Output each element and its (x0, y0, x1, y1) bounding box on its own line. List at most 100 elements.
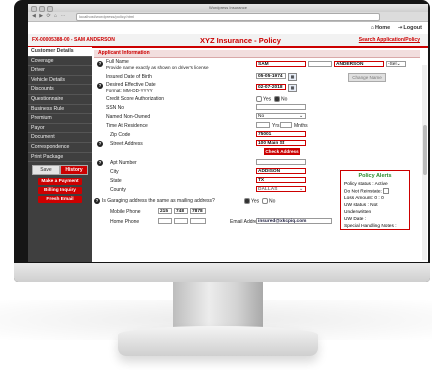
checkbox[interactable] (383, 188, 390, 194)
do-not-reinstate: Do Not Reinstate: (344, 188, 406, 195)
home-line-input[interactable] (190, 218, 206, 224)
browser-toolbar: ◀ ▶ ⟳ ⌂ ⋯ localhost/wordpress/policy.htm… (28, 12, 428, 22)
help-icon[interactable]: ? (94, 198, 100, 204)
radio-no[interactable] (261, 198, 268, 204)
check-address-button[interactable]: Check Address (264, 148, 300, 155)
address-bar[interactable]: localhost/wordpress/policy.html (76, 13, 380, 21)
calendar-icon[interactable]: ▦ (288, 73, 297, 81)
save-history-tabs: Save History (32, 165, 88, 175)
years-input[interactable] (256, 122, 270, 128)
time-label: Time At Residence (106, 123, 148, 129)
browser-titlebar: Wordpress Insurance (28, 4, 428, 12)
policy-header: FX-00005388-00 - SAM ANDERSON XYZ Insura… (28, 34, 428, 48)
dnr-label: Do Not Reinstate: (344, 189, 382, 195)
sidebar-item-print-package[interactable]: Print Package (28, 153, 92, 163)
street-input[interactable]: 100 Main St (256, 140, 306, 146)
sidebar-item-discounts[interactable]: Discounts (28, 85, 92, 95)
sidebar-item-correspondence[interactable]: Correspondence (28, 143, 92, 153)
radio-yes[interactable] (256, 96, 262, 102)
home-phone-label: Home Phone (110, 219, 140, 225)
radio-yes[interactable] (244, 198, 250, 204)
screen: Wordpress Insurance ◀ ▶ ⟳ ⌂ ⋯ localhost/… (28, 4, 428, 262)
sidebar-item-driver[interactable]: Driver (28, 66, 92, 76)
make-payment-button[interactable]: Make a Payment (38, 178, 82, 185)
ssn-input[interactable] (256, 104, 306, 110)
credit-label: Credit Score Authorization (106, 96, 165, 102)
credit-yes-label: Yes (263, 96, 272, 103)
street-label: Street Address (110, 141, 143, 147)
county-select[interactable]: DALLAS ⌄ (256, 186, 306, 192)
suffix-select[interactable]: -Sel⌄ (386, 61, 406, 67)
home-area-input[interactable] (158, 218, 172, 224)
save-tab[interactable]: Save (32, 165, 60, 175)
radio-no[interactable] (273, 96, 280, 102)
history-tab[interactable]: History (60, 165, 88, 175)
nno-select[interactable]: No ⌄ (256, 113, 306, 119)
home-prefix-input[interactable] (174, 218, 188, 224)
sidebar: Customer Details Coverage Driver Vehicle De… (28, 47, 92, 262)
sidebar-item-premium[interactable]: Premium (28, 114, 92, 124)
logout-icon: ⇥ (397, 25, 403, 31)
help-icon[interactable]: ? (97, 160, 103, 166)
insured-name: SAM ANDERSON (73, 37, 115, 43)
mobile-prefix-input[interactable]: 748 (174, 208, 188, 214)
uw-date: UW Date : (344, 217, 367, 223)
eff-date-input[interactable]: 02-07-2018 (256, 84, 286, 90)
fresh-email-button[interactable]: Fresh Email (38, 196, 82, 203)
calendar-icon[interactable]: ▦ (288, 84, 297, 92)
county-value: DALLAS (258, 187, 278, 192)
sidebar-item-questionnaire[interactable]: Questionnaire (28, 95, 92, 105)
mobile-area-input[interactable]: 215 (158, 208, 172, 214)
city-label: City (110, 169, 119, 175)
sidebar-item-document[interactable]: Document (28, 133, 92, 143)
logout-link[interactable]: Logout (403, 25, 422, 31)
nno-label: Named Non-Owned (106, 114, 151, 120)
help-icon[interactable]: ? (97, 61, 103, 67)
policy-no: FX-00005388-00 (32, 37, 70, 43)
scroll-thumb[interactable] (422, 125, 427, 175)
policy-alerts-panel: Policy Alerts Policy status : Active Do … (340, 170, 410, 230)
credit-radio-group[interactable]: Yes No (256, 96, 287, 102)
city-input[interactable]: ADDISON (256, 168, 306, 174)
page-title: XYZ Insurance - Policy (200, 36, 281, 45)
sidebar-item-payor[interactable]: Payor (28, 124, 92, 134)
scrollbar[interactable] (422, 65, 427, 260)
mobile-label: Mobile Phone (110, 209, 141, 215)
county-label: County (110, 187, 126, 193)
apt-input[interactable] (256, 159, 306, 165)
browser-nav-icons[interactable]: ◀ ▶ ⟳ ⌂ ⋯ (32, 13, 66, 19)
sidebar-item-customer-details[interactable]: Customer Details (28, 47, 92, 57)
help-icon[interactable]: ? (97, 83, 103, 89)
dob-input[interactable]: 05-05-1974 (256, 73, 286, 79)
middle-name-input[interactable] (308, 61, 332, 67)
monitor-chin (14, 263, 430, 282)
last-name-input[interactable]: ANDERSON (334, 61, 384, 67)
help-icon[interactable]: ? (97, 141, 103, 147)
garaging-radio-group[interactable]: Yes No (244, 198, 275, 204)
scene: Wordpress Insurance ◀ ▶ ⟳ ⌂ ⋯ localhost/… (0, 0, 432, 370)
mobile-line-input[interactable]: 7878 (190, 208, 206, 214)
billing-inquiry-button[interactable]: Billing Inquiry (38, 187, 82, 194)
email-input[interactable]: insured@xkcpiq.com (256, 218, 332, 224)
dob-label: Insured Date of Birth (106, 74, 152, 80)
months-input[interactable] (280, 122, 292, 128)
zip-label: Zip Code (110, 132, 131, 138)
policy-number: FX-00005388-00 - SAM ANDERSON (32, 37, 115, 43)
garaging-yes-label: Yes (251, 198, 260, 205)
garaging-no-label: No (268, 198, 276, 205)
first-name-input[interactable]: SAM (256, 61, 306, 67)
loss-amount: Loss Amount: 0 : 0 (344, 196, 384, 202)
sidebar-item-coverage[interactable]: Coverage (28, 57, 92, 67)
home-link[interactable]: Home (375, 25, 390, 31)
sidebar-actions: Save History Make a Payment Billing Inqu… (32, 165, 88, 205)
search-link[interactable]: Search Application/Policy (359, 37, 420, 43)
sidebar-item-vehicle-details[interactable]: Vehicle Details (28, 76, 92, 86)
change-name-button[interactable]: Change Name (348, 73, 386, 82)
eff-date-format: Format: MM-DD-YYYY (106, 88, 153, 93)
sidebar-item-business-rule[interactable]: Business Rule (28, 105, 92, 115)
zip-input[interactable]: 75001 (256, 131, 306, 137)
state-input[interactable]: TX (256, 177, 306, 183)
state-label: State (110, 178, 122, 184)
chevron-down-icon: ⌄ (396, 62, 401, 67)
monitor-stand-neck (173, 282, 263, 330)
